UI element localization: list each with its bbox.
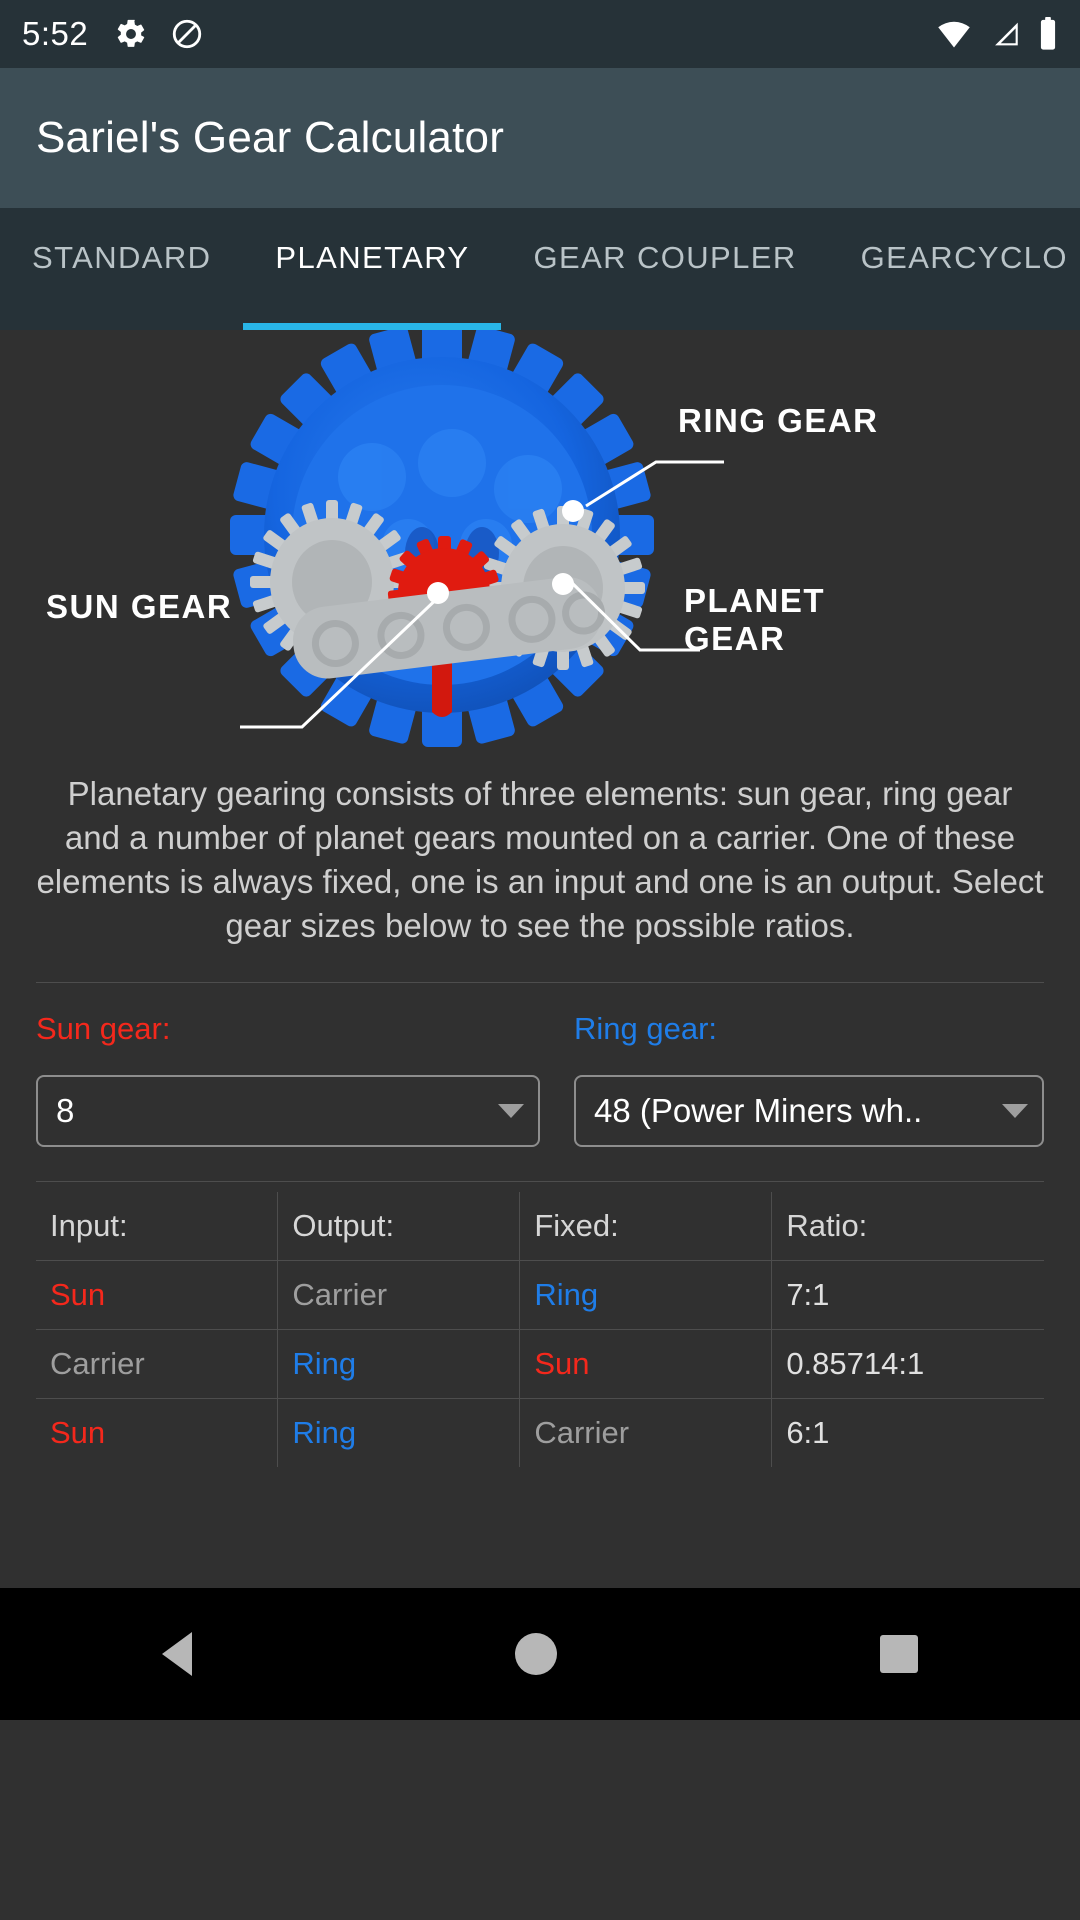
active-tab-indicator bbox=[243, 323, 501, 330]
description-text: Planetary gearing consists of three elem… bbox=[36, 775, 1044, 944]
header-ratio: Ratio: bbox=[786, 1207, 868, 1243]
ring-gear-label: Ring gear: bbox=[574, 1010, 718, 1046]
sun-gear-value: 8 bbox=[56, 1091, 75, 1129]
sun-gear-dropdown[interactable]: 8 bbox=[36, 1074, 540, 1147]
cell-ratio: 0.85714:1 bbox=[786, 1345, 925, 1381]
sun-gear-label: Sun gear: bbox=[36, 1010, 171, 1046]
planetary-gear-illustration: SUN GEAR RING GEAR PLANET GEAR bbox=[0, 330, 1080, 750]
back-icon[interactable] bbox=[161, 1632, 192, 1676]
table-header-row: Input: Output: Fixed: Ratio: bbox=[36, 1191, 1044, 1260]
cell-output: Carrier bbox=[277, 1260, 521, 1329]
tab-label: STANDARD bbox=[32, 240, 212, 275]
signal-icon bbox=[988, 19, 1022, 49]
status-bar: 5:52 bbox=[0, 0, 1080, 68]
table-row: Carrier Ring Sun 0.85714:1 bbox=[36, 1329, 1044, 1398]
page-title: Sariel's Gear Calculator bbox=[36, 113, 505, 162]
tab-label: GEAR COUPLER bbox=[533, 240, 797, 275]
gear-selectors: Sun gear: 8 Ring gear: 48 (Power Miners … bbox=[0, 1011, 1080, 1147]
cell-fixed: Ring bbox=[519, 1260, 773, 1329]
chevron-down-icon bbox=[1002, 1103, 1028, 1118]
cell-input: Sun bbox=[36, 1260, 279, 1329]
android-nav-bar[interactable] bbox=[0, 1588, 1080, 1720]
status-system-icons bbox=[936, 0, 1058, 68]
ring-gear-selector-group: Ring gear: 48 (Power Miners wh.. bbox=[540, 1011, 1044, 1147]
results-table-wrapper: Input: Output: Fixed: Ratio: Sun Carrier… bbox=[36, 1182, 1044, 1467]
results-table: Input: Output: Fixed: Ratio: Sun Carrier… bbox=[36, 1191, 1044, 1467]
cell-ratio: 7:1 bbox=[786, 1276, 830, 1312]
status-time: 5:52 bbox=[22, 15, 89, 52]
callout-sun-gear: SUN GEAR bbox=[46, 588, 233, 625]
do-not-disturb-icon bbox=[170, 17, 204, 51]
tab-label: PLANETARY bbox=[275, 240, 470, 275]
scroll-content[interactable]: SUN GEAR RING GEAR PLANET GEAR Planetary… bbox=[0, 330, 1080, 1588]
header-input: Input: bbox=[36, 1191, 279, 1260]
cell-input: Sun bbox=[36, 1398, 279, 1467]
recents-icon[interactable] bbox=[880, 1635, 919, 1673]
cell-fixed: Sun bbox=[519, 1329, 773, 1398]
results-table-head: Input: Output: Fixed: Ratio: bbox=[36, 1191, 1044, 1260]
status-notification-icons bbox=[114, 17, 204, 51]
home-icon[interactable] bbox=[514, 1633, 557, 1675]
tab-gear-coupler[interactable]: GEAR COUPLER bbox=[502, 208, 829, 308]
gear-diagram-svg bbox=[230, 330, 724, 747]
table-row: Sun Carrier Ring 7:1 bbox=[36, 1260, 1044, 1329]
cell-output: Ring bbox=[277, 1398, 521, 1467]
cell-ratio: 6:1 bbox=[786, 1414, 830, 1450]
cell-input: Carrier bbox=[36, 1329, 279, 1398]
callout-planet-gear-line2: GEAR bbox=[684, 620, 786, 658]
tab-standard[interactable]: STANDARD bbox=[0, 208, 243, 308]
gear-icon bbox=[114, 17, 148, 51]
ring-gear-value: 48 (Power Miners wh.. bbox=[594, 1091, 923, 1129]
callout-planet-gear-line1: PLANET bbox=[684, 582, 825, 619]
tab-bar[interactable]: STANDARD PLANETARY GEAR COUPLER GEARCYCL… bbox=[0, 208, 1080, 330]
wifi-icon bbox=[936, 19, 972, 49]
divider-top bbox=[36, 981, 1044, 983]
table-row: Sun Ring Carrier 6:1 bbox=[36, 1398, 1044, 1467]
app-bar: Sariel's Gear Calculator bbox=[0, 68, 1080, 208]
results-table-body: Sun Carrier Ring 7:1 Carrier Ring Sun 0.… bbox=[36, 1260, 1044, 1467]
tab-label: GEARCYCLO bbox=[860, 240, 1068, 275]
tab-gearcyclo[interactable]: GEARCYCLO bbox=[829, 208, 1080, 308]
callout-planet-gear: PLANET GEAR bbox=[684, 582, 825, 659]
callout-ring-gear: RING GEAR bbox=[678, 402, 879, 439]
ring-gear-dropdown[interactable]: 48 (Power Miners wh.. bbox=[574, 1074, 1044, 1147]
chevron-down-icon bbox=[498, 1103, 524, 1118]
header-fixed: Fixed: bbox=[519, 1191, 773, 1260]
cell-fixed: Carrier bbox=[519, 1398, 773, 1467]
cell-output: Ring bbox=[277, 1329, 521, 1398]
header-output: Output: bbox=[277, 1191, 521, 1260]
sun-gear-selector-group: Sun gear: 8 bbox=[36, 1011, 540, 1147]
battery-icon bbox=[1038, 17, 1058, 51]
tab-planetary[interactable]: PLANETARY bbox=[243, 208, 501, 308]
